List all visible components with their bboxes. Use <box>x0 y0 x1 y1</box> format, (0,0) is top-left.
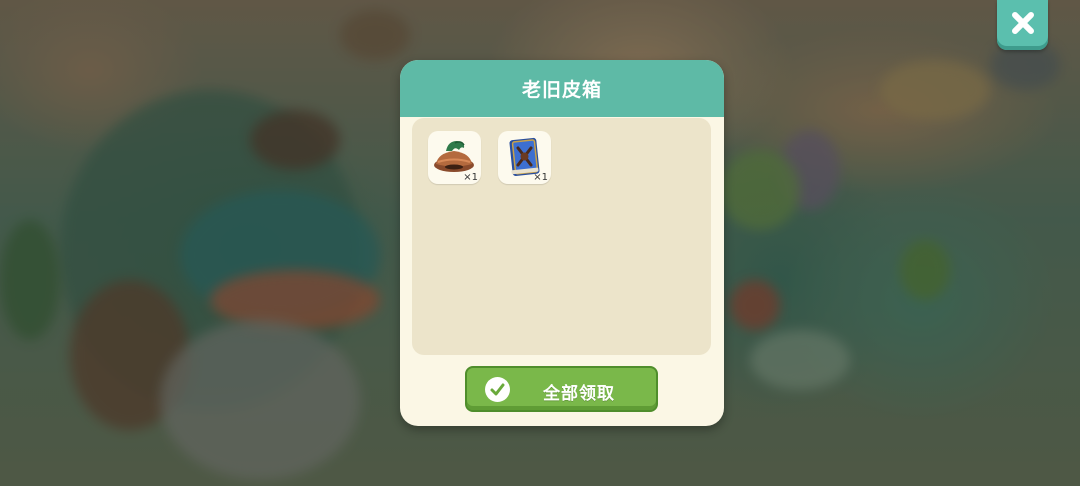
reward-dialog: 老旧皮箱 ×1 ×1 全部领取 <box>400 60 724 426</box>
item-count: ×1 <box>533 172 548 183</box>
dialog-title: 老旧皮箱 <box>521 79 602 101</box>
item-count: ×1 <box>463 172 478 183</box>
check-icon <box>485 377 510 402</box>
close-button[interactable] <box>997 0 1048 50</box>
reward-item-grid: ×1 ×1 <box>412 118 711 355</box>
close-icon <box>1010 10 1036 40</box>
reward-item-book[interactable]: ×1 <box>498 131 551 184</box>
claim-all-button[interactable]: 全部领取 <box>465 366 658 412</box>
reward-item-hat[interactable]: ×1 <box>428 131 481 184</box>
dialog-header: 老旧皮箱 <box>400 60 724 117</box>
claim-all-label: 全部领取 <box>543 384 615 404</box>
